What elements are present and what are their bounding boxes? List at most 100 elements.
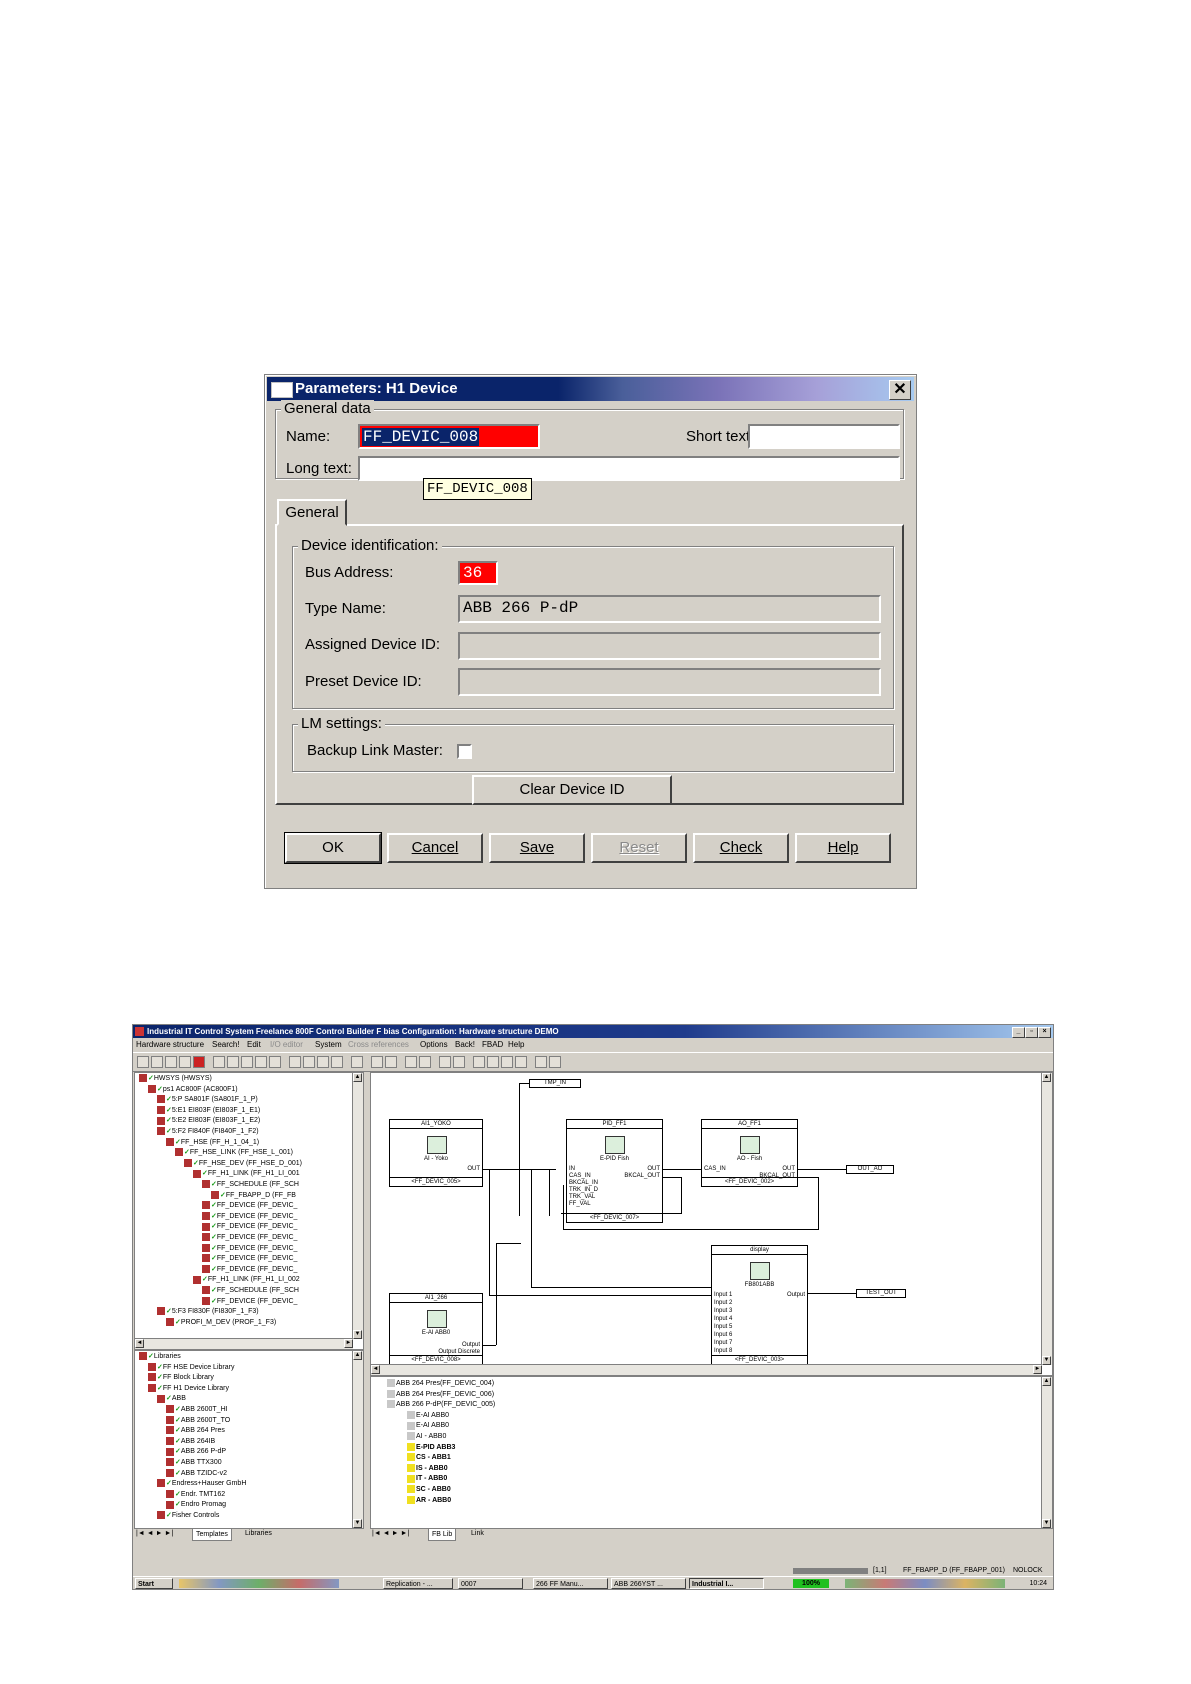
menu-search[interactable]: Search! — [212, 1038, 240, 1051]
tree-node[interactable]: ✓FF_FBAPP_D (FF_FB — [211, 1190, 296, 1201]
tree-node[interactable]: ✓FF_DEVICE (FF_DEVIC_ — [202, 1243, 297, 1254]
library-node[interactable]: ✓ABB TZIDC-v2 — [166, 1468, 227, 1479]
tree-node[interactable]: ✓FF_HSE_LINK (FF_HSE_L_001) — [175, 1148, 293, 1158]
tree-node[interactable]: ✓FF_H1_LINK (FF_H1_LI_001 — [193, 1169, 300, 1179]
close-icon[interactable]: × — [1038, 1027, 1051, 1038]
tool-icon[interactable] — [385, 1056, 397, 1068]
tree-node[interactable]: ✓FF_SCHEDULE (FF_SCH — [202, 1286, 299, 1296]
library-vscroll[interactable]: ▲ ▼ — [352, 1351, 363, 1528]
check-button[interactable]: Check — [693, 833, 789, 863]
menu-edit[interactable]: Edit — [247, 1038, 261, 1051]
copy-icon[interactable] — [241, 1056, 253, 1068]
tree-node[interactable]: ✓FF_DEVICE (FF_DEVIC_ — [202, 1211, 297, 1222]
library-node[interactable]: ✓Endro Promag — [166, 1500, 226, 1510]
list-item[interactable]: IS - ABB0 — [407, 1463, 448, 1474]
tool-icon[interactable] — [289, 1056, 301, 1068]
list-item[interactable]: IT - ABB0 — [407, 1474, 447, 1484]
tool-icon[interactable] — [515, 1056, 527, 1068]
undo-icon[interactable] — [213, 1056, 225, 1068]
function-block[interactable]: AI1_266 E-AI ABB0 Output Output Discrete… — [389, 1293, 483, 1365]
name-field[interactable]: FF_DEVIC_008 — [358, 424, 540, 449]
tool-icon[interactable] — [535, 1056, 547, 1068]
tree-node[interactable]: ✓FF_HSE_DEV (FF_HSE_D_001) — [184, 1158, 302, 1169]
tool-icon[interactable] — [137, 1056, 149, 1068]
tree-node[interactable]: ✓FF_HSE (FF_H_1_04_1) — [166, 1137, 259, 1148]
tool-icon[interactable] — [501, 1056, 513, 1068]
quick-launch-icons[interactable] — [179, 1579, 339, 1588]
menu-back[interactable]: Back! — [455, 1038, 475, 1051]
help-button[interactable]: Help — [795, 833, 891, 863]
library-node[interactable]: ✓ABB — [157, 1394, 186, 1404]
short-text-field[interactable] — [748, 424, 900, 449]
paste-icon[interactable] — [255, 1056, 267, 1068]
tree-node[interactable]: ✓ps1 AC800F (AC800F1) — [148, 1084, 238, 1095]
task-ff-manual[interactable]: 266 FF Manu... — [533, 1578, 608, 1589]
backup-link-master-checkbox[interactable] — [457, 744, 472, 759]
tree-node[interactable]: ✓5:P SA801F (SA801F_1_P) — [157, 1095, 258, 1105]
tab-fb-lib[interactable]: FB Lib — [428, 1528, 457, 1541]
tree-node[interactable]: ✓FF_DEVICE (FF_DEVIC_ — [202, 1222, 297, 1232]
tool-icon[interactable] — [151, 1056, 163, 1068]
function-block[interactable]: PID_FF1 E-PID Fish IN CAS_IN BKCAL_IN TR… — [566, 1119, 663, 1223]
tree-node[interactable]: ✓5:F2 FI840F (FI840F_1_F2) — [157, 1127, 259, 1137]
tree-node[interactable]: ✓FF_DEVICE (FF_DEVIC_ — [202, 1233, 297, 1243]
tree-node[interactable]: ✓FF_DEVICE (FF_DEVIC_ — [202, 1201, 297, 1211]
cancel-button[interactable]: Cancel — [387, 833, 483, 863]
tool-icon[interactable] — [179, 1056, 191, 1068]
tag-tmp-in[interactable]: TMP_IN — [529, 1079, 581, 1088]
function-block[interactable]: AI1_YOKO AI - Yoko OUT <FF_DEVIC_005> — [389, 1119, 483, 1187]
tree-node[interactable]: ✓HWSYS (HWSYS) — [139, 1074, 212, 1084]
tool-icon[interactable] — [303, 1056, 315, 1068]
task-0007[interactable]: 0007 — [458, 1578, 523, 1589]
list-item[interactable]: ABB 264 Pres(FF_DEVIC_004) — [387, 1379, 494, 1389]
library-node[interactable]: ✓ABB 266 P-dP — [166, 1447, 226, 1457]
stop-icon[interactable] — [193, 1056, 205, 1068]
library-node[interactable]: ✓Fisher Controls — [157, 1511, 219, 1521]
function-block[interactable]: display FB801ABB Input 1 Input 2 Input 3… — [711, 1245, 808, 1365]
tree-node[interactable]: ✓PROFI_M_DEV (PROF_1_F3) — [166, 1317, 276, 1328]
tool-icon[interactable] — [351, 1056, 363, 1068]
save-button[interactable]: Save — [489, 833, 585, 863]
menu-options[interactable]: Options — [420, 1038, 448, 1051]
tree-vscroll[interactable]: ▲ ▼ — [352, 1073, 363, 1339]
tree-node[interactable]: ✓FF_DEVICE (FF_DEVIC_ — [202, 1296, 297, 1307]
list-item[interactable]: ABB 264 Pres(FF_DEVIC_006) — [387, 1389, 494, 1400]
save-icon[interactable] — [165, 1056, 177, 1068]
function-block[interactable]: AO_FF1 AO - Fish CAS_IN OUT BKCAL_OUT <F… — [701, 1119, 798, 1187]
tool-icon[interactable] — [487, 1056, 499, 1068]
tag-test-out[interactable]: TEST_OUT — [856, 1289, 906, 1298]
library-node[interactable]: ✓FF H1 Device Library — [148, 1383, 229, 1394]
menu-system[interactable]: System — [315, 1038, 342, 1051]
library-node[interactable]: ✓Endr. TMT162 — [166, 1489, 225, 1500]
library-node[interactable]: ✓Endress+Hauser GmbH — [157, 1479, 246, 1489]
list-item[interactable]: ABB 266 P-dP(FF_DEVIC_005) — [387, 1400, 495, 1410]
list-item[interactable]: AR - ABB0 — [407, 1495, 451, 1506]
print-icon[interactable] — [405, 1056, 417, 1068]
tab-link[interactable]: Link — [468, 1528, 487, 1539]
library-node[interactable]: ✓Libraries — [139, 1352, 181, 1362]
delete-icon[interactable] — [269, 1056, 281, 1068]
list-vscroll[interactable]: ▲ ▼ — [1041, 1377, 1052, 1528]
cut-icon[interactable] — [227, 1056, 239, 1068]
library-node[interactable]: ✓ABB 2600T_HI — [166, 1405, 228, 1415]
tab-general[interactable]: General — [277, 499, 347, 526]
library-node[interactable]: ✓ABB TTX300 — [166, 1458, 222, 1468]
library-node[interactable]: ✓ABB 264IB — [166, 1436, 215, 1447]
tab-libraries[interactable]: Libraries — [242, 1528, 275, 1539]
tab-templates[interactable]: Templates — [192, 1528, 232, 1541]
tool-icon[interactable] — [549, 1056, 561, 1068]
tool-icon[interactable] — [473, 1056, 485, 1068]
bus-address-field[interactable]: 36 — [458, 561, 498, 585]
tree-node[interactable]: ✓FF_SCHEDULE (FF_SCH — [202, 1180, 299, 1190]
close-icon[interactable]: ✕ — [889, 380, 911, 400]
tray-icons[interactable] — [845, 1579, 1005, 1588]
tool-icon[interactable] — [331, 1056, 343, 1068]
tree-node[interactable]: ✓FF_H1_LINK (FF_H1_LI_002 — [193, 1275, 300, 1285]
list-item[interactable]: E-AI ABB0 — [407, 1421, 449, 1431]
diagram-vscroll[interactable]: ▲ ▼ — [1041, 1073, 1052, 1365]
dialog-title-bar[interactable]: Parameters: H1 Device ✕ — [267, 377, 914, 401]
tree-node[interactable]: ✓5:F3 FI830F (FI830F_1_F3) — [157, 1307, 259, 1317]
tree-hscroll[interactable]: ◄ ► — [135, 1338, 353, 1349]
library-node[interactable]: ✓FF Block Library — [148, 1373, 214, 1383]
library-node[interactable]: ✓FF HSE Device Library — [148, 1362, 234, 1373]
